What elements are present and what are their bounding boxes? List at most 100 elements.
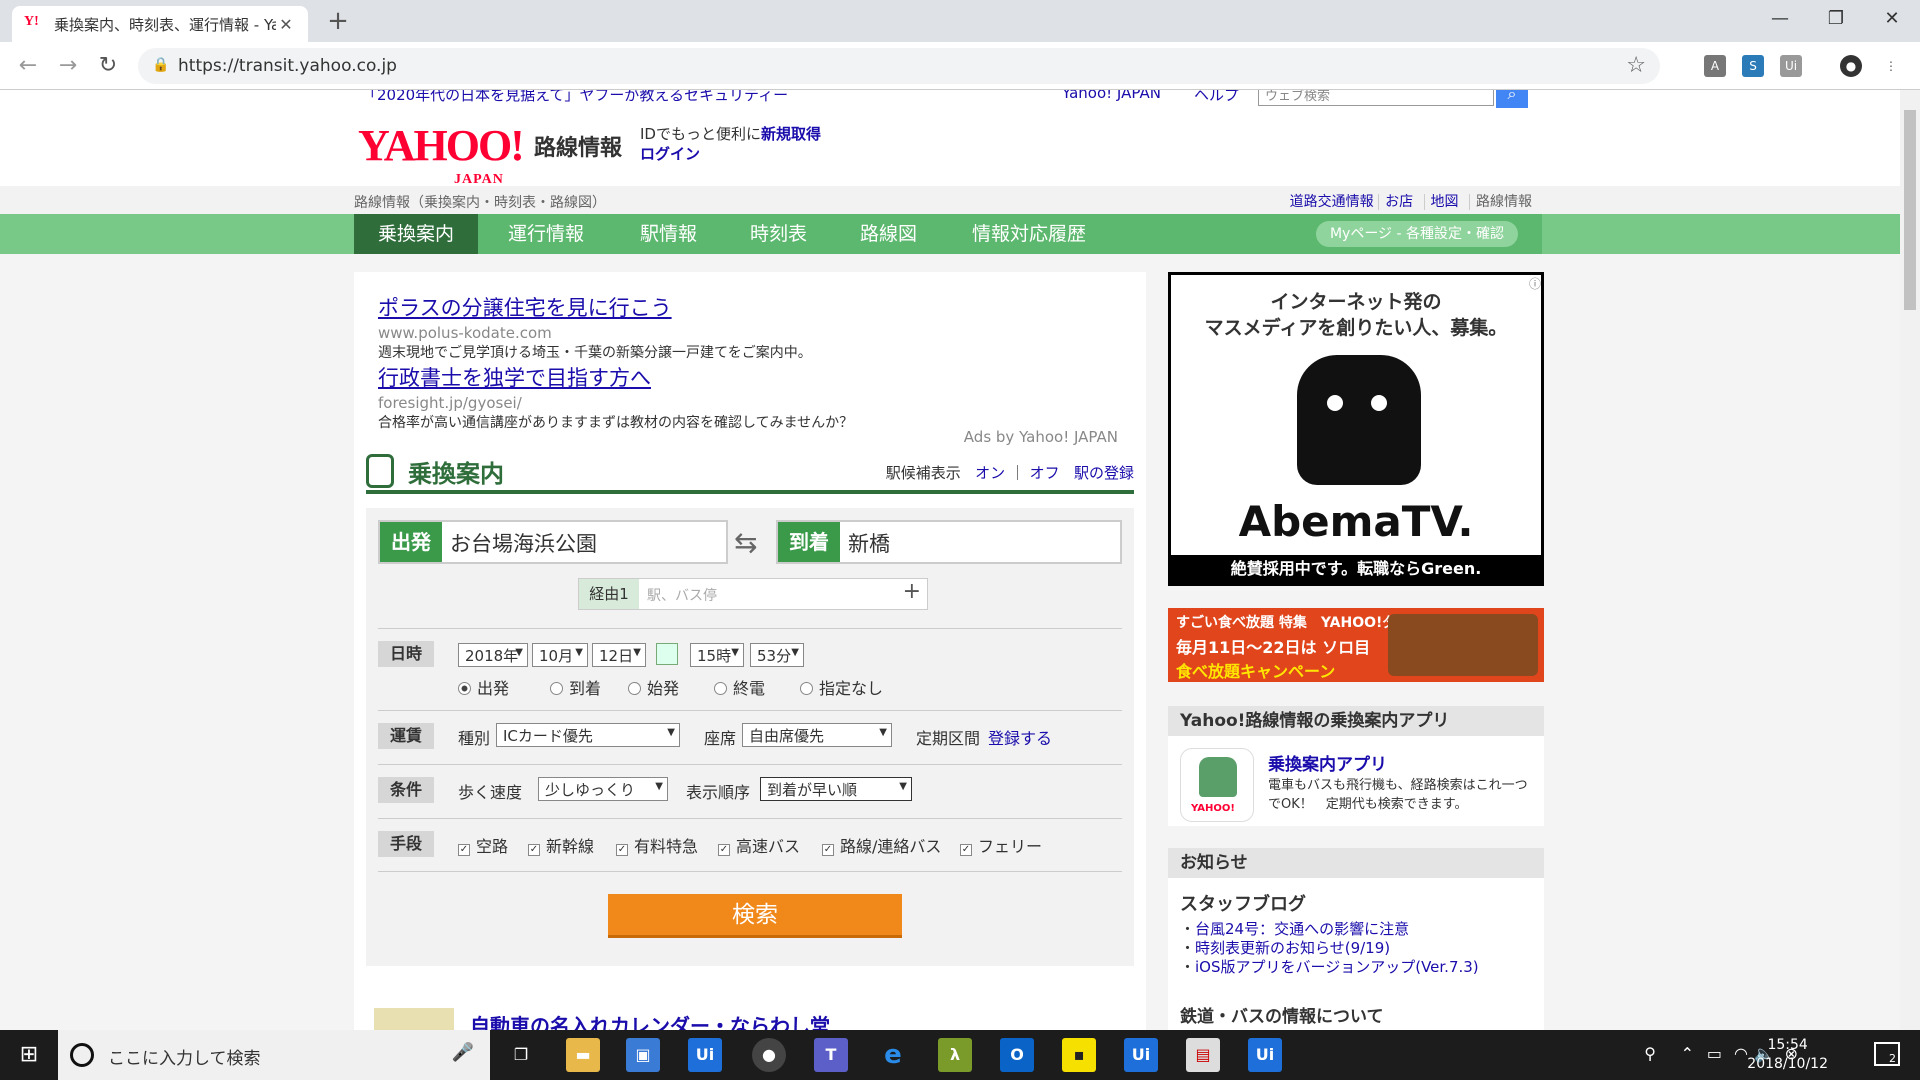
action-center-icon[interactable]: 2	[1874, 1042, 1900, 1066]
reload-icon[interactable]: ↻	[94, 52, 122, 80]
app-icon-remote[interactable]: ▣	[626, 1038, 660, 1072]
ad-title[interactable]: ポラスの分譲住宅を見に行こう	[378, 292, 812, 322]
swap-stations-icon[interactable]: ⇆	[734, 526, 757, 559]
news-item[interactable]: iOS版アプリをバージョンアップ(Ver.7.3)	[1180, 958, 1479, 977]
top-notice-link[interactable]: 「2020年代の日本を見据えて」ヤフーが教えるセキュリティー	[362, 90, 788, 105]
year-select[interactable]: 2018年	[458, 643, 528, 667]
microphone-icon[interactable]: 🎤	[452, 1042, 474, 1063]
radio-unspecified[interactable]: 指定なし	[800, 675, 883, 699]
scrollbar-thumb[interactable]	[1904, 110, 1916, 310]
yahoo-logo[interactable]: YAHOO! JAPAN	[358, 124, 525, 188]
wifi-icon[interactable]: ◠	[1734, 1044, 1748, 1063]
chrome-icon[interactable]: ●	[752, 1038, 786, 1072]
taskbar-clock[interactable]: 15:54 2018/10/12	[1747, 1036, 1828, 1074]
people-icon[interactable]: ⚲	[1644, 1044, 1656, 1063]
day-select[interactable]: 12日	[592, 643, 646, 667]
uipath-extension-icon[interactable]: Ui	[1780, 55, 1802, 77]
lambda-app-icon[interactable]: λ	[938, 1038, 972, 1072]
bookmark-star-icon[interactable]: ☆	[1626, 53, 1646, 78]
avg-extension-icon[interactable]: A	[1704, 55, 1726, 77]
cortana-icon[interactable]	[70, 1043, 94, 1067]
check-shinkansen[interactable]: ✓ 新幹線	[528, 833, 594, 857]
text-ad[interactable]: 行政書士を独学で目指す方へ foresight.jp/gyosei/ 合格率が高…	[378, 362, 853, 432]
fare-type-select[interactable]: ICカード優先	[496, 723, 680, 747]
taskbar-search[interactable]: ここに入力して検索 🎤	[58, 1030, 490, 1080]
check-limited-express[interactable]: ✓ 有料特急	[616, 833, 698, 857]
check-air[interactable]: ✓ 空路	[458, 833, 508, 857]
radio-departure[interactable]: 出発	[458, 675, 509, 699]
to-station-field[interactable]: 到着 新橋	[776, 520, 1122, 564]
edge-icon[interactable]: e	[876, 1038, 910, 1072]
seat-select[interactable]: 自由席優先	[742, 723, 892, 747]
teams-icon[interactable]: T	[814, 1038, 848, 1072]
nav-transfer[interactable]: 乗換案内	[354, 214, 479, 254]
walk-speed-select[interactable]: 少しゆっくり	[538, 777, 668, 801]
uipath-studio-icon[interactable]: Ui	[1124, 1038, 1158, 1072]
tray-chevron-icon[interactable]: ⌃	[1681, 1044, 1694, 1063]
task-view-icon[interactable]: ❐	[504, 1038, 538, 1072]
back-icon[interactable]: ←	[14, 52, 42, 80]
register-pass-link[interactable]: 登録する	[988, 725, 1052, 749]
login-link[interactable]: ログイン	[640, 145, 700, 163]
road-traffic-link[interactable]: 道路交通情報	[1290, 194, 1374, 210]
check-route-bus[interactable]: ✓ 路線/連絡バス	[822, 833, 941, 857]
s-extension-icon[interactable]: S	[1742, 55, 1764, 77]
text-ad[interactable]: ポラスの分譲住宅を見に行こう www.polus-kodate.com 週末現地…	[378, 292, 812, 362]
uipath-robot-icon[interactable]: Ui	[1248, 1038, 1282, 1072]
restore-icon[interactable]: ❐	[1808, 0, 1864, 38]
check-highway-bus[interactable]: ✓ 高速バス	[718, 833, 800, 857]
minute-select[interactable]: 53分	[750, 643, 804, 667]
sticky-notes-icon[interactable]: ▪	[1062, 1038, 1096, 1072]
nav-timetable[interactable]: 時刻表	[726, 214, 831, 254]
tab-close-icon[interactable]: ✕	[276, 15, 296, 34]
month-select[interactable]: 10月	[532, 643, 588, 667]
forward-icon[interactable]: →	[54, 52, 82, 80]
profile-avatar-icon[interactable]: ●	[1840, 55, 1862, 77]
add-via-icon[interactable]: +	[903, 579, 921, 604]
calendar-icon[interactable]	[656, 643, 678, 665]
promo-link[interactable]: 自動車の名入れカレンダー・ならわし堂	[470, 1010, 830, 1030]
nav-service-info[interactable]: 運行情報	[484, 214, 608, 254]
app-icon[interactable]: YAHOO!	[1180, 748, 1254, 822]
file-explorer-icon[interactable]: ▬	[566, 1038, 600, 1072]
radio-first-train[interactable]: 始発	[628, 675, 679, 699]
nav-response-history[interactable]: 情報対応履歴	[948, 214, 1110, 254]
outlook-icon[interactable]: O	[1000, 1038, 1034, 1072]
uipath-icon[interactable]: Ui	[688, 1038, 722, 1072]
food-banner-ad[interactable]: すごい食べ放題 特集 YAHOO!ダイニング 毎月11日〜22日は ソロ目 食べ…	[1168, 608, 1544, 682]
signup-link[interactable]: 新規取得	[761, 125, 821, 143]
transit-link[interactable]: 路線情報	[1469, 194, 1538, 210]
check-ferry[interactable]: ✓ フェリー	[960, 833, 1042, 857]
app-title-link[interactable]: 乗換案内アプリ	[1268, 750, 1387, 775]
abema-banner-ad[interactable]: ⓘ インターネット発の マスメディアを創りたい人、募集。 AbemaTV. 絶賛…	[1168, 272, 1544, 586]
yahoo-japan-link[interactable]: Yahoo! JAPAN	[1062, 90, 1161, 102]
candidate-on-link[interactable]: オン	[975, 464, 1005, 482]
via-station-field[interactable]: 経由1 駅、バス停 +	[578, 578, 928, 610]
map-link[interactable]: 地図	[1431, 194, 1459, 210]
radio-arrival[interactable]: 到着	[550, 675, 601, 699]
candidate-off-link[interactable]: オフ	[1030, 464, 1060, 482]
mypage-button[interactable]: Myページ - 各種設定・確認	[1315, 221, 1518, 247]
battery-icon[interactable]: ▭	[1707, 1044, 1722, 1063]
windows-start-icon[interactable]: ⊞	[0, 1030, 58, 1080]
new-tab-icon[interactable]: +	[322, 6, 354, 38]
register-station-link[interactable]: 駅の登録	[1074, 464, 1134, 482]
search-button[interactable]: 検索	[608, 894, 902, 938]
hour-select[interactable]: 15時	[690, 643, 744, 667]
web-search-input[interactable]: ウェブ検索	[1258, 90, 1494, 106]
window-close-icon[interactable]: ✕	[1864, 0, 1920, 38]
search-icon[interactable]: ⌕	[1496, 90, 1528, 108]
browser-tab[interactable]: Y! 乗換案内、時刻表、運行情報 - Ya ✕	[12, 6, 308, 42]
help-link[interactable]: ヘルプ	[1194, 90, 1239, 105]
shops-link[interactable]: お店	[1385, 194, 1413, 210]
menu-icon[interactable]: ⋮	[1880, 55, 1902, 77]
minimize-icon[interactable]: —	[1752, 0, 1808, 38]
news-item[interactable]: 台風24号：交通への影響に注意	[1180, 920, 1479, 939]
news-item[interactable]: 時刻表更新のお知らせ(9/19)	[1180, 939, 1479, 958]
document-app-icon[interactable]: ▤	[1186, 1038, 1220, 1072]
page-scrollbar[interactable]	[1900, 90, 1920, 1030]
address-bar[interactable]: 🔒 https://transit.yahoo.co.jp ☆	[138, 48, 1660, 84]
nav-route-map[interactable]: 路線図	[836, 214, 941, 254]
radio-last-train[interactable]: 終電	[714, 675, 765, 699]
ad-title[interactable]: 行政書士を独学で目指す方へ	[378, 362, 853, 392]
